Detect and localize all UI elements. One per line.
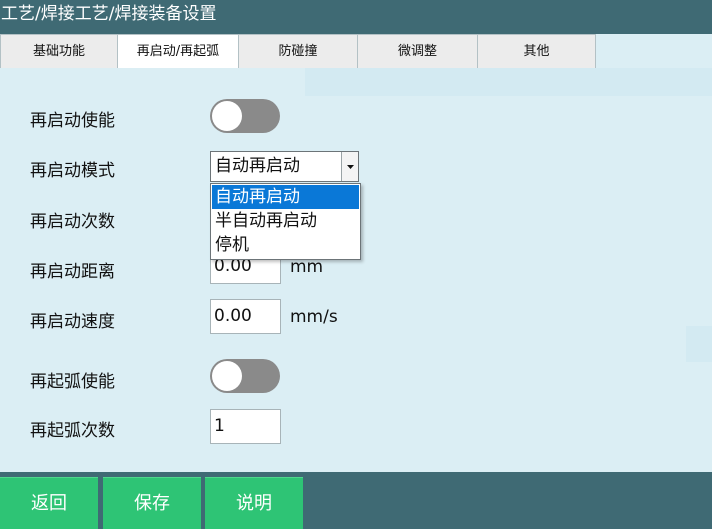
option-auto-restart[interactable]: 自动再启动 bbox=[212, 185, 359, 209]
tab-restart-rearc[interactable]: 再启动/再起弧 bbox=[117, 34, 239, 69]
tab-fine-adjust[interactable]: 微调整 bbox=[357, 34, 478, 68]
restart-mode-dropdown-list: 自动再启动 半自动再启动 停机 bbox=[210, 183, 361, 260]
back-button[interactable]: 返回 bbox=[0, 477, 98, 529]
restart-count-label: 再启动次数 bbox=[30, 212, 115, 232]
toggle-knob bbox=[212, 101, 242, 131]
rearc-enable-label: 再起弧使能 bbox=[30, 372, 115, 392]
restart-mode-select[interactable]: 自动再启动 bbox=[210, 151, 359, 182]
help-button[interactable]: 说明 bbox=[205, 477, 303, 529]
rearc-enable-toggle[interactable] bbox=[210, 359, 280, 393]
save-button[interactable]: 保存 bbox=[103, 477, 201, 529]
option-semi-auto-restart[interactable]: 半自动再启动 bbox=[212, 209, 359, 233]
panel-accent bbox=[686, 326, 712, 362]
toggle-knob bbox=[212, 361, 242, 391]
restart-enable-toggle[interactable] bbox=[210, 99, 280, 133]
restart-mode-label: 再启动模式 bbox=[30, 161, 115, 181]
restart-distance-label: 再启动距离 bbox=[30, 262, 115, 282]
restart-mode-selected-value: 自动再启动 bbox=[215, 156, 300, 176]
tab-bar: 基础功能 再启动/再起弧 防碰撞 微调整 其他 bbox=[0, 34, 712, 69]
tab-other[interactable]: 其他 bbox=[477, 34, 596, 68]
tab-basic-functions[interactable]: 基础功能 bbox=[0, 34, 118, 68]
restart-speed-unit: mm/s bbox=[290, 307, 338, 327]
panel-highlight bbox=[305, 68, 712, 96]
window-title: 工艺/焊接工艺/焊接装备设置 bbox=[0, 0, 712, 28]
rearc-count-label: 再起弧次数 bbox=[30, 421, 115, 441]
rearc-count-field[interactable]: 1 bbox=[210, 409, 281, 444]
tab-anti-collision[interactable]: 防碰撞 bbox=[238, 34, 358, 68]
option-stop[interactable]: 停机 bbox=[212, 233, 359, 257]
chevron-down-icon bbox=[347, 165, 354, 169]
dropdown-button[interactable] bbox=[341, 152, 358, 181]
restart-distance-unit: mm bbox=[290, 257, 324, 277]
restart-enable-label: 再启动使能 bbox=[30, 111, 115, 131]
restart-speed-label: 再启动速度 bbox=[30, 312, 115, 332]
restart-speed-field[interactable]: 0.00 bbox=[210, 299, 281, 334]
settings-panel: 再启动使能 再启动模式 再启动次数 再启动距离 0.00 mm 再启动速度 0.… bbox=[0, 68, 712, 472]
